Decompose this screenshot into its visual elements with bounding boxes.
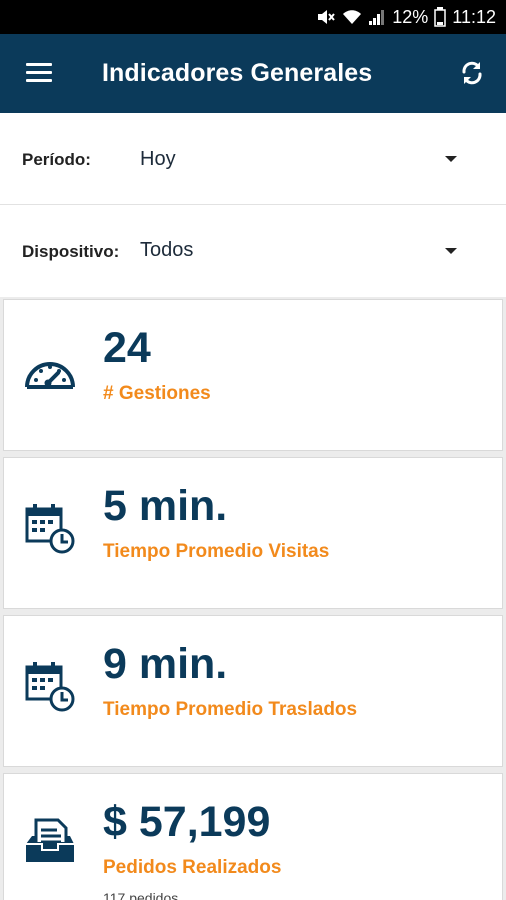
gestiones-value: 24 — [103, 324, 151, 372]
speedometer-icon — [25, 362, 75, 389]
dropdown-arrow-icon[interactable] — [445, 156, 457, 162]
device-select[interactable]: Dispositivo: Todos — [0, 205, 506, 297]
kpi-card-tiempo-visitas: 5 min. Tiempo Promedio Visitas — [3, 457, 503, 609]
pedidos-value: $ 57,199 — [103, 798, 271, 846]
menu-icon-line — [26, 63, 52, 66]
wifi-icon — [343, 10, 362, 24]
kpi-card-gestiones: 24 # Gestiones — [3, 299, 503, 451]
menu-button[interactable] — [24, 60, 54, 86]
dropdown-arrow-icon[interactable] — [445, 248, 457, 254]
kpi-card-tiempo-traslados: 9 min. Tiempo Promedio Traslados — [3, 615, 503, 767]
status-icons: 12% 11:12 — [316, 0, 496, 34]
filters-panel: Período: Hoy Dispositivo: Todos — [0, 113, 506, 297]
inbox-document-icon — [26, 818, 74, 862]
gestiones-label: # Gestiones — [103, 383, 211, 404]
battery-percent: 12% — [392, 6, 429, 27]
device-value[interactable]: Todos — [140, 239, 193, 262]
menu-icon-line — [26, 71, 52, 74]
tiempo-visitas-label: Tiempo Promedio Visitas — [103, 541, 330, 562]
menu-icon-line — [26, 79, 52, 82]
page-title: Indicadores Generales — [102, 59, 373, 87]
tiempo-traslados-value: 9 min. — [103, 640, 228, 688]
kpi-card-pedidos: $ 57,199 Pedidos Realizados 117 pedidos — [3, 773, 503, 900]
pedidos-count: 117 pedidos — [103, 890, 179, 900]
refresh-icon[interactable] — [456, 57, 488, 89]
app-bar: Indicadores Generales — [0, 34, 506, 113]
signal-icon — [369, 10, 385, 25]
period-value[interactable]: Hoy — [140, 148, 176, 171]
mute-icon — [318, 10, 336, 24]
tiempo-visitas-value: 5 min. — [103, 482, 228, 530]
tiempo-traslados-label: Tiempo Promedio Traslados — [103, 699, 358, 720]
battery-icon — [434, 7, 447, 27]
status-bar: 12% 11:12 — [0, 0, 506, 34]
period-label: Período: — [22, 150, 91, 169]
calendar-clock-icon — [25, 504, 75, 554]
device-label: Dispositivo: — [22, 242, 120, 261]
status-time: 11:12 — [452, 6, 496, 27]
pedidos-label: Pedidos Realizados — [103, 857, 282, 878]
calendar-clock-icon — [25, 662, 75, 712]
period-select[interactable]: Período: Hoy — [0, 113, 506, 205]
